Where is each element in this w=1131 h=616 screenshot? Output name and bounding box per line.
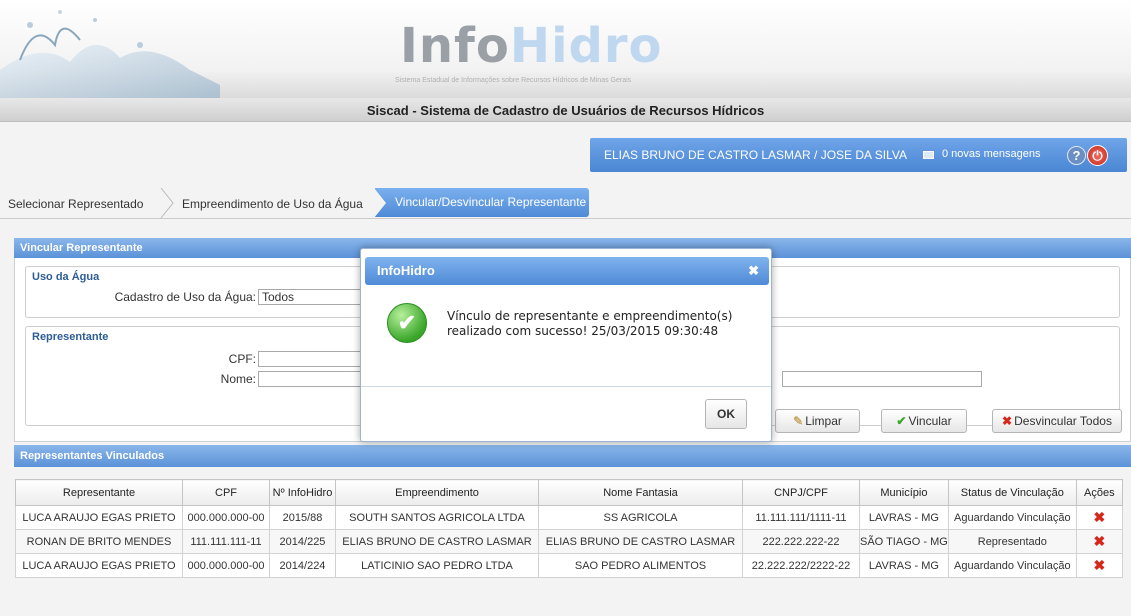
nome-input[interactable]: [258, 371, 368, 387]
representantes-table: Representante CPF Nº InfoHidro Empreendi…: [15, 479, 1123, 578]
col-cnpj-cpf[interactable]: CNPJ/CPF: [742, 479, 860, 506]
cpf-label: CPF:: [228, 352, 256, 366]
page-title: Siscad - Sistema de Cadastro de Usuários…: [366, 103, 765, 118]
water-splash-image: [0, 10, 220, 100]
cadastro-uso-select[interactable]: Todos: [258, 289, 368, 305]
cell-cnpj-cpf: 222.222.222-22: [742, 529, 860, 554]
table-row[interactable]: RONAN DE BRITO MENDES 111.111.111-11 201…: [15, 529, 1123, 554]
table-header-row: Representante CPF Nº InfoHidro Empreendi…: [15, 479, 1123, 506]
infohidro-logo: InfoHidro: [400, 18, 663, 74]
cell-acoes: ✖: [1075, 553, 1123, 578]
limpar-button[interactable]: ✎ Limpar: [775, 409, 860, 433]
cell-cpf: 111.111.111-11: [182, 529, 270, 554]
cell-infohidro: 2015/88: [269, 505, 336, 530]
logo-subtitle: Sistema Estadual de Informações sobre Re…: [395, 77, 632, 84]
cell-acoes: ✖: [1075, 529, 1123, 554]
title-bar: Siscad - Sistema de Cadastro de Usuários…: [0, 98, 1131, 122]
cell-acoes: ✖: [1075, 505, 1123, 530]
cell-representante: LUCA ARAUJO EGAS PRIETO: [15, 553, 183, 578]
check-icon: ✔: [896, 414, 907, 428]
close-icon[interactable]: ✖: [748, 257, 759, 285]
logo-part-hidro: Hidro: [509, 18, 663, 74]
header-banner: InfoHidro Sistema Estadual de Informaçõe…: [0, 0, 1131, 100]
success-dialog: InfoHidro ✖ ✔ Vínculo de representante e…: [360, 248, 772, 442]
cell-empreendimento: SOUTH SANTOS AGRICOLA LTDA: [335, 505, 539, 530]
vincular-button[interactable]: ✔ Vincular: [881, 409, 967, 433]
eraser-icon: ✎: [793, 414, 804, 428]
cell-empreendimento: LATICINIO SAO PEDRO LTDA: [335, 553, 539, 578]
step-vincular-active[interactable]: Vincular/Desvincular Representante: [375, 188, 589, 217]
uso-agua-title: Uso da Água: [32, 271, 100, 283]
vincular-label: Vincular: [908, 414, 952, 428]
delete-icon[interactable]: ✖: [1093, 509, 1105, 525]
ok-button[interactable]: OK: [705, 399, 747, 429]
limpar-label: Limpar: [805, 414, 842, 428]
cell-nome-fantasia: SS AGRICOLA: [538, 505, 743, 530]
cell-cpf: 000.000.000-00: [182, 553, 270, 578]
cell-infohidro: 2014/225: [269, 529, 336, 554]
col-cpf[interactable]: CPF: [182, 479, 270, 506]
cell-infohidro: 2014/224: [269, 553, 336, 578]
cell-status: Aguardando Vinculação: [947, 553, 1077, 578]
cell-empreendimento: ELIAS BRUNO DE CASTRO LASMAR: [335, 529, 539, 554]
step-selecionar-representado[interactable]: Selecionar Representado: [8, 191, 143, 217]
cell-municipio: LAVRAS - MG: [859, 505, 949, 530]
col-empreendimento[interactable]: Empreendimento: [335, 479, 539, 506]
wizard-steps: Selecionar Representado Empreendimento d…: [0, 188, 1131, 218]
wizard-divider: [0, 218, 1131, 219]
x-icon: ✖: [1002, 414, 1013, 428]
col-infohidro[interactable]: Nº InfoHidro: [269, 479, 336, 506]
col-representante[interactable]: Representante: [15, 479, 183, 506]
cadastro-label: Cadastro de Uso da Água:: [114, 290, 256, 304]
cell-nome-fantasia: ELIAS BRUNO DE CASTRO LASMAR: [538, 529, 743, 554]
desvincular-label: Desvincular Todos: [1014, 414, 1112, 428]
logo-part-info: Info: [400, 18, 510, 74]
dialog-header: InfoHidro ✖: [365, 257, 769, 285]
col-acoes: Ações: [1075, 479, 1123, 506]
step-separator: [374, 188, 386, 218]
delete-icon[interactable]: ✖: [1093, 533, 1105, 549]
cell-cnpj-cpf: 11.111.111/1111-11: [742, 505, 860, 530]
help-icon[interactable]: ?: [1067, 146, 1086, 165]
success-check-icon: ✔: [387, 303, 427, 343]
user-bar: ELIAS BRUNO DE CASTRO LASMAR / JOSE DA S…: [590, 138, 1127, 172]
cell-representante: RONAN DE BRITO MENDES: [15, 529, 183, 554]
cell-representante: LUCA ARAUJO EGAS PRIETO: [15, 505, 183, 530]
desvincular-todos-button[interactable]: ✖ Desvincular Todos: [992, 409, 1122, 433]
logout-icon[interactable]: ⏻: [1087, 145, 1108, 166]
delete-icon[interactable]: ✖: [1093, 557, 1105, 573]
cell-status: Aguardando Vinculação: [947, 505, 1077, 530]
cpf-input[interactable]: [258, 351, 368, 367]
cell-nome-fantasia: SAO PEDRO ALIMENTOS: [538, 553, 743, 578]
col-nome-fantasia[interactable]: Nome Fantasia: [538, 479, 743, 506]
nome-input-continuation[interactable]: [782, 371, 982, 387]
cell-municipio: SÃO TIAGO - MG: [859, 529, 949, 554]
col-municipio[interactable]: Município: [859, 479, 949, 506]
cell-cnpj-cpf: 22.222.222/2222-22: [742, 553, 860, 578]
representante-title: Representante: [32, 331, 109, 343]
dialog-message: Vínculo de representante e empreendiment…: [447, 309, 733, 338]
table-row[interactable]: LUCA ARAUJO EGAS PRIETO 000.000.000-00 2…: [15, 553, 1123, 578]
step-empreendimento[interactable]: Empreendimento de Uso da Água: [182, 191, 363, 217]
nome-label: Nome:: [220, 372, 256, 386]
cell-cpf: 000.000.000-00: [182, 505, 270, 530]
vinculados-panel-header: Representantes Vinculados: [14, 445, 1131, 467]
step-separator: [160, 188, 174, 218]
dialog-divider: [361, 386, 771, 387]
col-status[interactable]: Status de Vinculação: [947, 479, 1077, 506]
mail-icon[interactable]: [923, 151, 934, 159]
dialog-title: InfoHidro: [377, 263, 435, 278]
cell-status: Representado: [947, 529, 1077, 554]
messages-link[interactable]: 0 novas mensagens: [942, 148, 1040, 160]
table-row[interactable]: LUCA ARAUJO EGAS PRIETO 000.000.000-00 2…: [15, 505, 1123, 530]
cell-municipio: LAVRAS - MG: [859, 553, 949, 578]
user-names: ELIAS BRUNO DE CASTRO LASMAR / JOSE DA S…: [604, 148, 907, 162]
